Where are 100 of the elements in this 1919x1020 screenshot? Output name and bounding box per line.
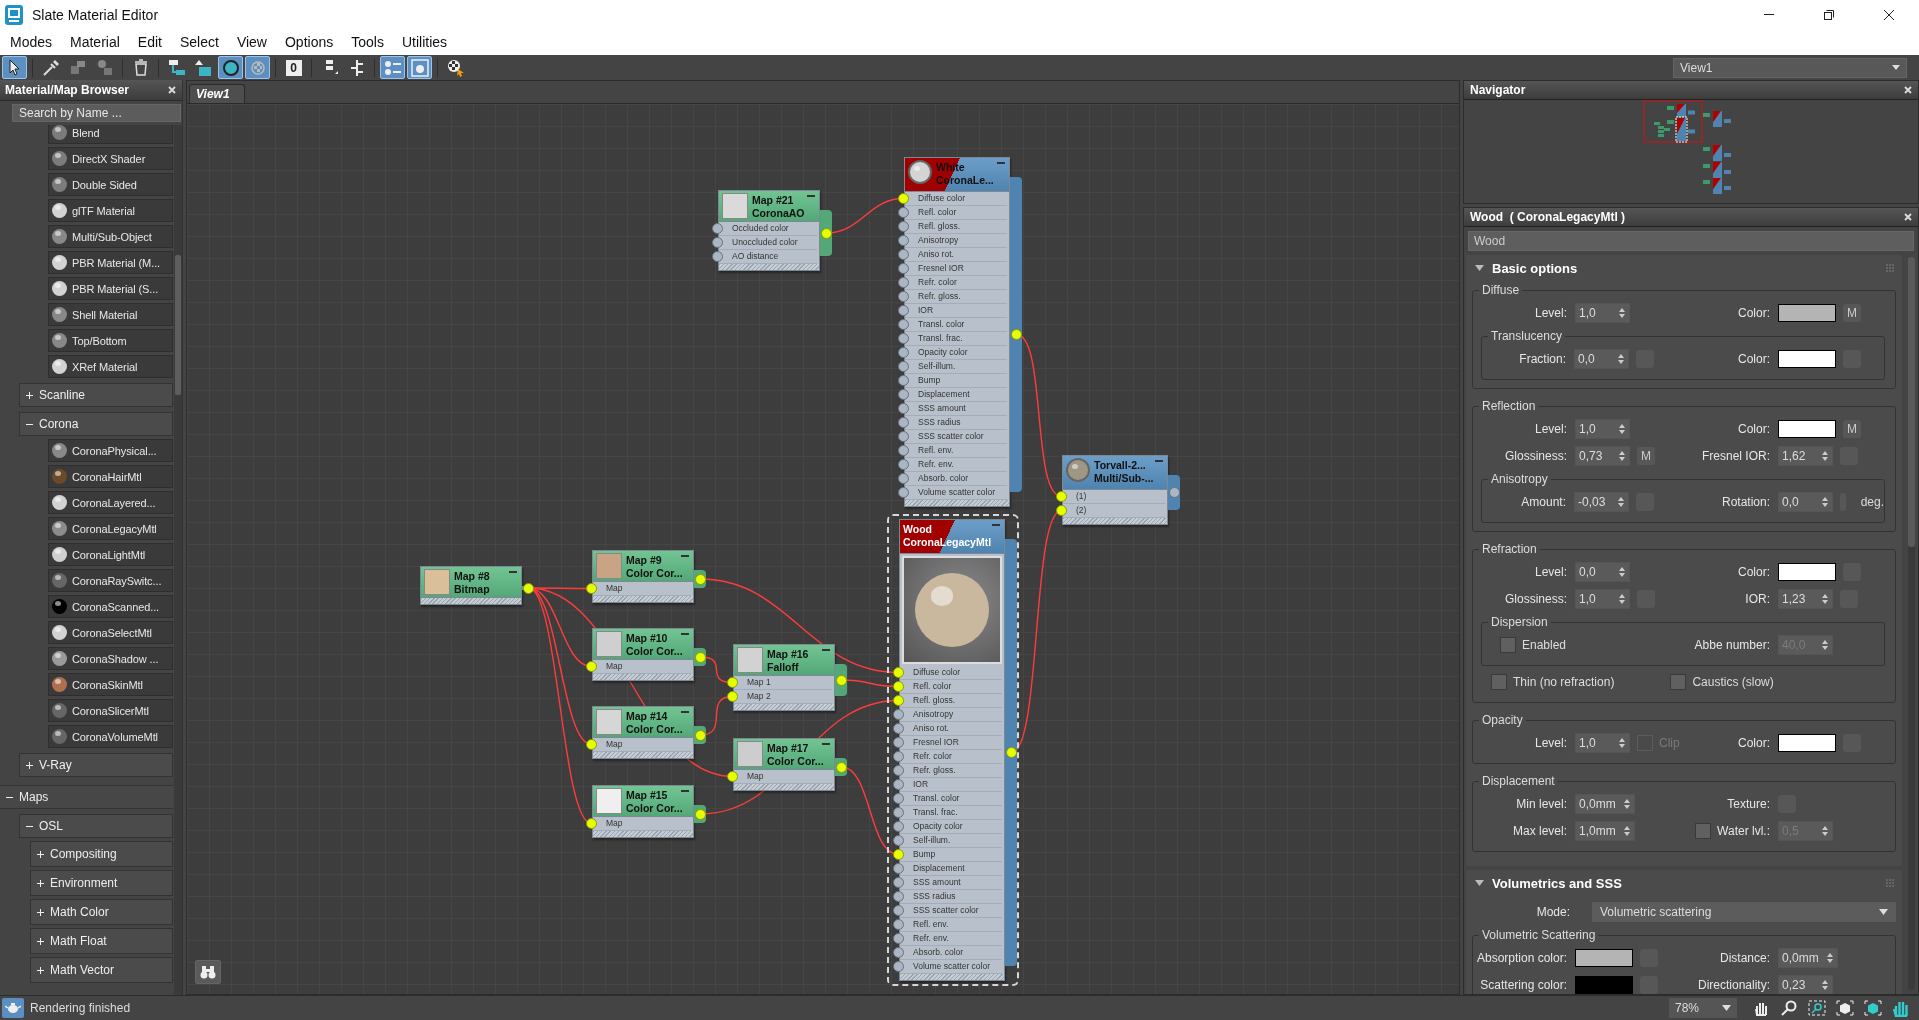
- checkbox[interactable]: [1491, 674, 1507, 690]
- input-port[interactable]: [893, 821, 904, 832]
- view-tab[interactable]: View1: [189, 84, 245, 103]
- spinner-field[interactable]: 1,0: [1575, 303, 1630, 323]
- input-port[interactable]: [898, 389, 909, 400]
- input-port[interactable]: [898, 445, 909, 456]
- browser-item[interactable]: CoronaScanned...: [48, 595, 173, 618]
- input-port[interactable]: [893, 737, 904, 748]
- input-port[interactable]: [898, 221, 909, 232]
- browser-item[interactable]: XRef Material: [48, 355, 173, 378]
- spinner-field[interactable]: 1,23: [1778, 589, 1833, 609]
- menu-item[interactable]: Utilities: [392, 34, 457, 50]
- input-port[interactable]: [893, 709, 904, 720]
- color-swatch[interactable]: [1778, 420, 1836, 438]
- menu-item[interactable]: Options: [275, 34, 343, 50]
- render-teapot-button[interactable]: [2, 998, 24, 1018]
- spinner-field[interactable]: 1,0: [1575, 733, 1630, 753]
- params-tool[interactable]: [380, 56, 405, 79]
- input-port[interactable]: [727, 677, 738, 688]
- browser-group[interactable]: Scanline: [19, 383, 173, 407]
- map-button[interactable]: M: [1637, 447, 1655, 465]
- input-port[interactable]: [893, 765, 904, 776]
- browser-item[interactable]: CoronaLayered...: [48, 491, 173, 514]
- spinner-field[interactable]: 0,0mm: [1575, 794, 1635, 814]
- input-port[interactable]: [893, 667, 904, 678]
- checker-tool[interactable]: [245, 56, 270, 79]
- input-port[interactable]: [586, 661, 597, 672]
- spinner-field[interactable]: 0,0: [1778, 492, 1833, 512]
- browser-group[interactable]: Math Vector: [30, 957, 173, 983]
- browser-item[interactable]: CoronaRaySwitc...: [48, 569, 173, 592]
- spinner-field[interactable]: -0,03: [1574, 492, 1629, 512]
- input-port[interactable]: [893, 919, 904, 930]
- browser-group[interactable]: Compositing: [30, 841, 173, 867]
- browser-group[interactable]: V-Ray: [19, 753, 173, 777]
- browser-item[interactable]: Multi/Sub-Object: [48, 225, 173, 248]
- input-port[interactable]: [898, 431, 909, 442]
- spinner-field[interactable]: 1,0: [1575, 589, 1630, 609]
- input-port[interactable]: [893, 961, 904, 972]
- input-port[interactable]: [898, 193, 909, 204]
- input-port[interactable]: [893, 863, 904, 874]
- browser-item[interactable]: DirectX Shader: [48, 147, 173, 170]
- input-port[interactable]: [893, 835, 904, 846]
- input-port[interactable]: [893, 905, 904, 916]
- input-port[interactable]: [893, 779, 904, 790]
- checkbox[interactable]: [1695, 823, 1712, 839]
- map-button[interactable]: M: [1843, 304, 1861, 322]
- input-port[interactable]: [898, 319, 909, 330]
- spinner-field[interactable]: 0,0: [1574, 349, 1629, 369]
- scrollbar[interactable]: [174, 125, 182, 995]
- color-swatch[interactable]: [1575, 949, 1633, 967]
- input-port[interactable]: [898, 473, 909, 484]
- input-port[interactable]: [893, 877, 904, 888]
- input-port[interactable]: [898, 361, 909, 372]
- browser-item[interactable]: CoronaShadow ...: [48, 647, 173, 670]
- input-port[interactable]: [898, 207, 909, 218]
- window-tool[interactable]: [407, 56, 432, 79]
- input-port[interactable]: [898, 487, 909, 498]
- input-port[interactable]: [898, 305, 909, 316]
- sphere-tool[interactable]: [218, 56, 243, 79]
- input-port[interactable]: [727, 771, 738, 782]
- color-swatch[interactable]: [1778, 304, 1836, 322]
- spinner-field[interactable]: 1,0mm: [1575, 821, 1635, 841]
- color-swatch[interactable]: [1778, 563, 1836, 581]
- view-dropdown[interactable]: View1: [1673, 57, 1907, 78]
- checkbox[interactable]: [1500, 637, 1516, 653]
- input-port[interactable]: [898, 417, 909, 428]
- scrollbar[interactable]: [1908, 257, 1915, 990]
- browser-group[interactable]: Math Color: [30, 899, 173, 925]
- browser-item[interactable]: CoronaSlicerMtl: [48, 699, 173, 722]
- input-port[interactable]: [586, 818, 597, 829]
- input-port[interactable]: [893, 933, 904, 944]
- spinner-field[interactable]: 0,0mm: [1778, 948, 1838, 968]
- zoom-dropdown[interactable]: 78%: [1669, 998, 1737, 1018]
- input-port[interactable]: [712, 223, 723, 234]
- browser-group[interactable]: Corona: [19, 412, 173, 436]
- input-port[interactable]: [898, 333, 909, 344]
- input-port[interactable]: [727, 691, 738, 702]
- input-port[interactable]: [1056, 505, 1067, 516]
- input-port[interactable]: [586, 583, 597, 594]
- browser-item[interactable]: glTF Material: [48, 199, 173, 222]
- menu-item[interactable]: Tools: [342, 34, 393, 50]
- input-port[interactable]: [893, 849, 904, 860]
- spinner-field[interactable]: 1,0: [1575, 419, 1630, 439]
- dropdown[interactable]: Volumetric scattering: [1592, 902, 1896, 922]
- map-button[interactable]: M: [1843, 420, 1861, 438]
- search-field[interactable]: Search by Name ...: [12, 104, 181, 122]
- browser-item[interactable]: Blend: [48, 125, 173, 144]
- input-port[interactable]: [893, 807, 904, 818]
- input-port[interactable]: [898, 249, 909, 260]
- input-port[interactable]: [898, 347, 909, 358]
- spinner-field[interactable]: 0,0: [1575, 562, 1630, 582]
- pointer-tool[interactable]: [2, 56, 27, 79]
- browser-item[interactable]: Top/Bottom: [48, 329, 173, 352]
- input-port[interactable]: [898, 235, 909, 246]
- input-port[interactable]: [898, 291, 909, 302]
- input-port[interactable]: [893, 793, 904, 804]
- material-node[interactable]: [887, 514, 1019, 986]
- browser-item[interactable]: PBR Material (S...: [48, 277, 173, 300]
- browser-item[interactable]: CoronaLegacyMtl: [48, 517, 173, 540]
- spinner-field[interactable]: 0,23: [1778, 975, 1833, 994]
